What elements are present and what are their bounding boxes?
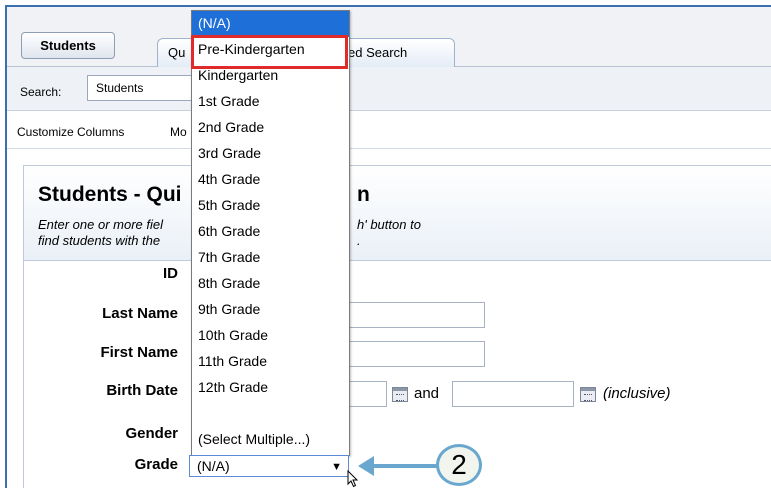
toolbar-links: Customize Columns Mo (7, 111, 771, 149)
grade-option-select-multiple[interactable]: (Select Multiple...) (192, 427, 349, 453)
more-link[interactable]: Mo (170, 125, 187, 139)
grade-option-8th[interactable]: 8th Grade (192, 271, 349, 297)
grade-option-pre-kindergarten[interactable]: Pre-Kindergarten (192, 37, 349, 63)
grade-option-3rd[interactable]: 3rd Grade (192, 141, 349, 167)
grade-option-blank[interactable] (192, 401, 349, 427)
grade-dropdown-list[interactable]: (N/A) Pre-Kindergarten Kindergarten 1st … (191, 10, 350, 456)
grade-option-na[interactable]: (N/A) (192, 11, 349, 37)
panel-description-line-1: Enter one or more fiel (38, 217, 164, 232)
grade-option-1st[interactable]: 1st Grade (192, 89, 349, 115)
calendar-icon[interactable] (392, 387, 408, 402)
last-name-label: Last Name (102, 305, 178, 322)
and-text: and (414, 385, 440, 402)
callout-arrow-line (372, 464, 442, 468)
grade-option-9th[interactable]: 9th Grade (192, 297, 349, 323)
grade-option-4th[interactable]: 4th Grade (192, 167, 349, 193)
grade-select[interactable]: (N/A) ▼ (189, 455, 349, 477)
birth-date-to-field[interactable] (452, 381, 574, 407)
gender-label: Gender (125, 425, 178, 442)
tab-advanced-search[interactable]: ed Search (337, 38, 455, 67)
grade-select-value: (N/A) (197, 458, 230, 474)
grade-option-11th[interactable]: 11th Grade (192, 349, 349, 375)
panel-description: Enter one or more fiel find students wit… (38, 217, 163, 249)
panel-title: Students - Qui (38, 183, 182, 206)
search-type-select[interactable]: Students (87, 75, 197, 101)
search-bar: Search: Students (7, 67, 771, 111)
panel-description-end-1: h' button to (357, 217, 421, 232)
grade-option-2nd[interactable]: 2nd Grade (192, 115, 349, 141)
id-label: ID (163, 265, 178, 282)
grade-option-6th[interactable]: 6th Grade (192, 219, 349, 245)
grade-option-12th[interactable]: 12th Grade (192, 375, 349, 401)
grade-option-10th[interactable]: 10th Grade (192, 323, 349, 349)
panel-header: Students - Qui n Enter one or more fiel … (24, 166, 771, 261)
grade-option-kindergarten[interactable]: Kindergarten (192, 63, 349, 89)
panel-description-line-2: find students with the (38, 233, 161, 248)
students-button[interactable]: Students (21, 32, 115, 59)
calendar-icon[interactable] (580, 387, 596, 402)
panel-description-end-2: . (357, 233, 361, 248)
grade-option-7th[interactable]: 7th Grade (192, 245, 349, 271)
inclusive-text: (inclusive) (603, 385, 671, 402)
app-frame: Students Qu ed Search Search: Students C… (5, 5, 771, 488)
grade-label: Grade (134, 456, 178, 473)
search-label: Search: (20, 85, 62, 99)
grade-option-5th[interactable]: 5th Grade (192, 193, 349, 219)
mouse-pointer-icon (347, 470, 359, 488)
header-bar: Students Qu ed Search (7, 7, 771, 67)
first-name-label: First Name (100, 344, 178, 361)
step-number-badge: 2 (436, 444, 482, 486)
dropdown-arrow-icon: ▼ (331, 461, 342, 473)
customize-columns-link[interactable]: Customize Columns (17, 125, 124, 139)
birth-date-label: Birth Date (106, 382, 178, 399)
panel-title-end: n (357, 183, 370, 206)
